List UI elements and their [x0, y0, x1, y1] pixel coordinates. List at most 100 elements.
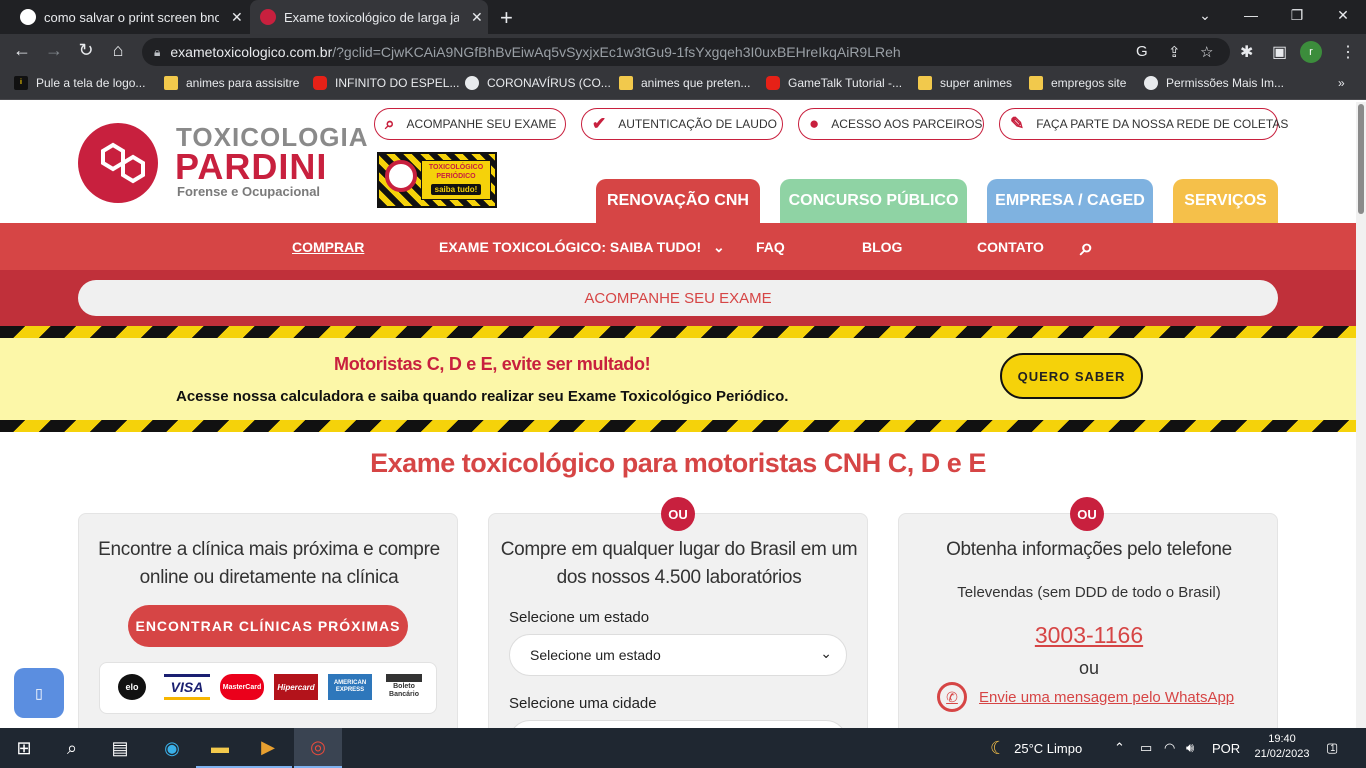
- close-tab-icon[interactable]: ✕: [231, 9, 243, 26]
- or-badge: OU: [661, 497, 695, 531]
- info-icon: i: [14, 76, 28, 90]
- google-lens-icon[interactable]: G: [1136, 43, 1148, 60]
- quero-saber-button[interactable]: QUERO SABER: [1000, 353, 1143, 399]
- city-select[interactable]: [509, 720, 847, 728]
- url-domain: exametoxicologico.com.br: [170, 44, 333, 60]
- whatsapp-link[interactable]: ✆ Envie uma mensagem pelo WhatsApp: [937, 682, 1234, 712]
- menu-blog[interactable]: BLOG: [862, 239, 902, 255]
- side-panel-icon[interactable]: ▣: [1272, 42, 1287, 62]
- address-bar[interactable]: 🔒︎ exametoxicologico.com.br/?gclid=CjwKC…: [142, 38, 1230, 66]
- extensions-icon[interactable]: ✱: [1240, 42, 1253, 62]
- profile-avatar[interactable]: r: [1300, 41, 1322, 63]
- media-player-icon[interactable]: ▶: [244, 728, 292, 768]
- chrome-icon[interactable]: ◎: [294, 728, 342, 768]
- tab-renovacao-cnh[interactable]: RENOVAÇÃO CNH: [596, 179, 760, 223]
- bookmark-item[interactable]: Permissões Mais Im...: [1144, 76, 1284, 90]
- file-explorer-icon[interactable]: ▬: [196, 728, 244, 768]
- new-tab-button[interactable]: +: [500, 5, 513, 31]
- battery-icon[interactable]: ▭: [1140, 728, 1152, 768]
- more-bookmarks-icon[interactable]: »: [1338, 76, 1345, 90]
- search-icon[interactable]: ⌕: [48, 728, 96, 768]
- menu-kebab-icon[interactable]: ⋮: [1340, 42, 1356, 62]
- close-window-button[interactable]: ✕: [1320, 0, 1366, 30]
- tab-concurso-publico[interactable]: CONCURSO PÚBLICO: [780, 179, 967, 223]
- bookmark-star-icon[interactable]: ☆: [1200, 43, 1213, 61]
- whatsapp-icon: ✆: [937, 682, 967, 712]
- bookmark-item[interactable]: INFINITO DO ESPEL...: [313, 76, 459, 90]
- browser-tab-2-active[interactable]: Exame toxicológico de larga jane ✕: [250, 0, 488, 34]
- track-exam-bar: ACOMPANHE SEU EXAME: [0, 270, 1356, 326]
- tab-empresa-caged[interactable]: EMPRESA / CAGED: [987, 179, 1153, 223]
- home-icon[interactable]: ⌂: [106, 40, 130, 61]
- clock[interactable]: 19:40 21/02/2023: [1252, 732, 1312, 762]
- search-icon[interactable]: ⌕: [1080, 234, 1093, 262]
- menu-comprar[interactable]: COMPRAR: [292, 239, 364, 255]
- weather-widget[interactable]: ☾ 25°C Limpo: [990, 728, 1082, 768]
- language-indicator[interactable]: POR: [1212, 728, 1240, 768]
- wifi-icon[interactable]: ◠: [1164, 728, 1175, 768]
- forward-icon[interactable]: →: [42, 40, 66, 61]
- pardini-logo-icon[interactable]: [78, 123, 158, 203]
- scrollbar-thumb[interactable]: [1358, 104, 1364, 214]
- back-icon[interactable]: ←: [10, 40, 34, 61]
- globe-icon: [465, 76, 479, 90]
- windows-start-icon[interactable]: ⊞: [0, 728, 48, 768]
- web-page: TOXICOLOGIA PARDINI Forense e Ocupaciona…: [0, 102, 1356, 728]
- user-icon: ●: [809, 114, 820, 133]
- bookmark-folder[interactable]: super animes: [918, 76, 1012, 90]
- periodic-test-badge[interactable]: TOXICOLÓGICO PERIÓDICO saiba tudo!: [377, 152, 497, 208]
- tab-servicos[interactable]: SERVIÇOS: [1173, 179, 1278, 223]
- join-network-link[interactable]: ✎ FAÇA PARTE DA NOSSA REDE DE COLETAS: [999, 108, 1288, 140]
- elo-icon: elo: [118, 674, 146, 700]
- accessibility-widget-button[interactable]: ▯: [14, 668, 64, 718]
- visa-icon: VISA: [164, 674, 210, 700]
- card-title: Obtenha informações pelo telefone: [946, 539, 1232, 560]
- partner-access-link[interactable]: ● ACESSO AOS PARCEIROS: [798, 108, 984, 140]
- windows-taskbar: ⊞ ⌕ ▤ ◉ ▬ ▶ ◎ ☾ 25°C Limpo ⌃ ▭ ◠ 🔊︎ POR 1…: [0, 728, 1366, 768]
- menu-contato[interactable]: CONTATO: [977, 239, 1044, 255]
- bookmark-item[interactable]: GameTalk Tutorial -...: [766, 76, 902, 90]
- browser-tab-1[interactable]: como salvar o print screen bno p ✕: [10, 0, 246, 34]
- clock-date: 21/02/2023: [1254, 748, 1310, 760]
- reload-icon[interactable]: ↻: [74, 40, 98, 61]
- menu-exame-toxicologico[interactable]: EXAME TOXICOLÓGICO: SAIBA TUDO! ⌄: [439, 239, 725, 256]
- badge-cta: saiba tudo!: [430, 184, 482, 195]
- youtube-icon: [766, 76, 780, 90]
- phone-link[interactable]: 3003-1166: [899, 622, 1279, 649]
- task-view-icon[interactable]: ▤: [96, 728, 144, 768]
- bookmark-item[interactable]: i Pule a tela de logo...: [14, 76, 145, 90]
- check-icon: ✔: [592, 114, 607, 133]
- bookmark-folder[interactable]: animes que preten...: [619, 76, 750, 90]
- notification-icon[interactable]: ▢ 1: [1326, 728, 1338, 768]
- payment-methods: elo VISA MasterCard Hipercard AMERICAN E…: [99, 662, 437, 714]
- track-exam-input[interactable]: ACOMPANHE SEU EXAME: [78, 280, 1278, 316]
- tab-search-icon[interactable]: ⌄: [1182, 0, 1228, 30]
- chevron-down-icon: ⌄: [713, 239, 725, 255]
- url-path: /?gclid=CjwKCAiA9NGfBhBvEiwAq5vSyxjxEc1w…: [332, 44, 901, 60]
- minimize-button[interactable]: —: [1228, 0, 1274, 30]
- state-select[interactable]: Selecione um estado ⌄: [509, 634, 847, 676]
- menu-faq[interactable]: FAQ: [756, 239, 785, 255]
- share-icon[interactable]: ⇪: [1168, 43, 1181, 61]
- bookmarks-bar: i Pule a tela de logo... animes para assi…: [0, 70, 1366, 100]
- find-clinics-button[interactable]: ENCONTRAR CLÍNICAS PRÓXIMAS: [128, 605, 408, 647]
- restore-button[interactable]: ❐: [1274, 0, 1320, 30]
- google-icon: [20, 9, 36, 25]
- logo-subtitle: Forense e Ocupacional: [177, 184, 321, 199]
- volume-icon[interactable]: 🔊︎: [1186, 728, 1194, 768]
- browser-toolbar: ← → ↻ ⌂ 🔒︎ exametoxicologico.com.br/?gcl…: [0, 34, 1366, 70]
- report-authentication-link[interactable]: ✔ AUTENTICAÇÃO DE LAUDO: [581, 108, 783, 140]
- mastercard-icon: MasterCard: [220, 674, 264, 700]
- folder-icon: [164, 76, 178, 90]
- page-scrollbar[interactable]: [1356, 102, 1366, 728]
- edge-icon[interactable]: ◉: [148, 728, 196, 768]
- bookmark-folder[interactable]: animes para assisitre: [164, 76, 299, 90]
- bookmark-item[interactable]: CORONAVÍRUS (CO...: [465, 76, 611, 90]
- lock-icon: 🔒︎: [154, 44, 161, 59]
- promo-banner: Motoristas C, D e E, evite ser multado! …: [0, 338, 1356, 420]
- tray-chevron-icon[interactable]: ⌃: [1114, 728, 1125, 768]
- bookmark-folder[interactable]: empregos site: [1029, 76, 1126, 90]
- hipercard-icon: Hipercard: [274, 674, 318, 700]
- track-exam-link[interactable]: ⌕ ACOMPANHE SEU EXAME: [374, 108, 566, 140]
- close-tab-icon[interactable]: ✕: [471, 9, 483, 26]
